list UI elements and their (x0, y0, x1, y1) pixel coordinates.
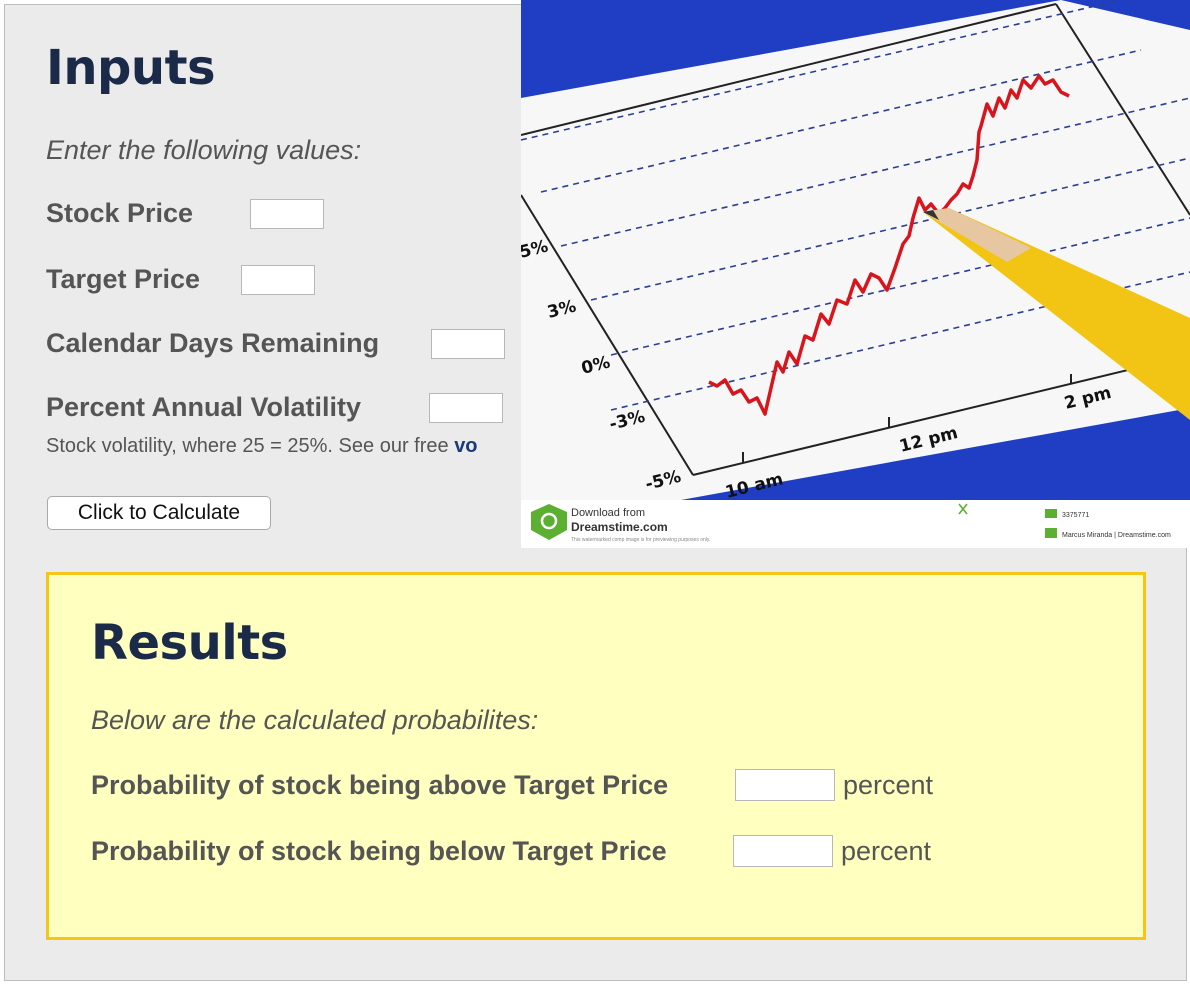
id-badge-icon (1045, 509, 1057, 518)
stock-price-input[interactable] (250, 199, 324, 229)
target-price-label: Target Price (46, 264, 201, 294)
volatility-label: Percent Annual Volatility (46, 392, 362, 422)
inputs-heading: Inputs (46, 40, 216, 96)
inputs-subtitle: Enter the following values: (46, 135, 362, 165)
volatility-note: Stock volatility, where 25 = 25%. See ou… (46, 435, 478, 458)
calculate-button[interactable]: Click to Calculate (47, 496, 271, 530)
results-panel: Results Below are the calculated probabi… (46, 572, 1146, 940)
volatility-input[interactable] (429, 393, 503, 423)
credit-badge-icon (1045, 528, 1057, 538)
results-subtitle: Below are the calculated probabilites: (91, 705, 539, 735)
volatility-link[interactable]: vo (454, 435, 477, 457)
photo-credit-text: Marcus Miranda | Dreamstime.com (1062, 532, 1171, 539)
calendar-days-input[interactable] (431, 329, 505, 359)
calendar-days-label: Calendar Days Remaining (46, 328, 380, 358)
prob-above-output[interactable] (735, 769, 835, 801)
stock-chart-photo: 5% 3% 0% -3% -5% 10 am 12 pm 2 pm Downlo… (521, 0, 1190, 548)
prob-above-unit: percent (843, 770, 934, 800)
prob-below-output[interactable] (733, 835, 833, 867)
results-heading: Results (91, 615, 288, 671)
image-id-text: 3375771 (1062, 512, 1089, 519)
prob-above-label: Probability of stock being above Target … (91, 770, 669, 800)
download-from-text: Download from (571, 507, 645, 519)
watermark-fine-print: This watermarked comp image is for previ… (571, 537, 710, 543)
prob-below-unit: percent (841, 836, 932, 866)
volatility-note-text: Stock volatility, where 25 = 25%. See ou… (46, 435, 455, 457)
prob-below-label: Probability of stock being below Target … (91, 836, 667, 866)
dreamstime-site-text: Dreamstime.com (571, 520, 668, 534)
stock-price-label: Stock Price (46, 198, 194, 228)
target-price-input[interactable] (241, 265, 315, 295)
